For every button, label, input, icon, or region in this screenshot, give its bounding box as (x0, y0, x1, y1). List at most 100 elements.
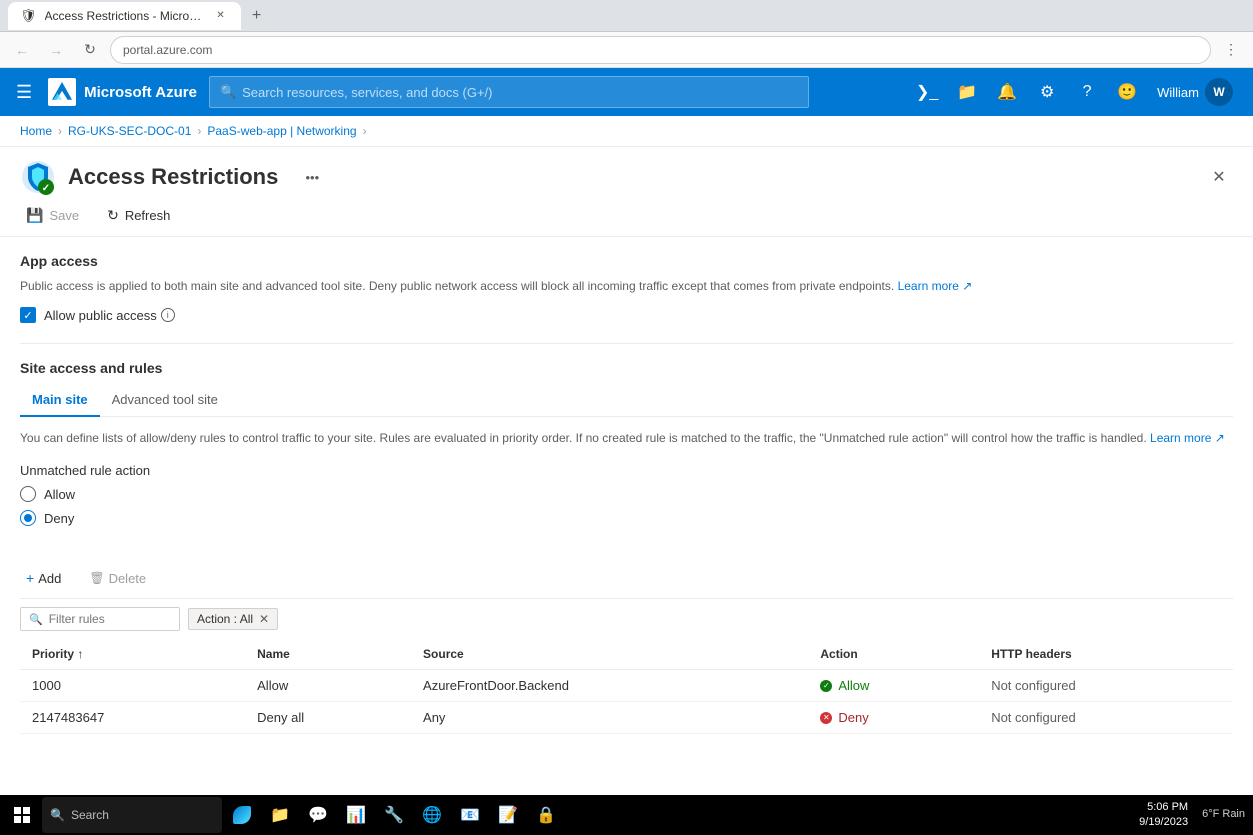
taskbar-app3[interactable]: 🔧 (376, 797, 412, 833)
clock-date: 9/19/2023 (1139, 815, 1188, 830)
taskbar-app4[interactable]: 🌐 (414, 797, 450, 833)
table-row[interactable]: 1000 Allow AzureFrontDoor.Backend Allow … (20, 670, 1233, 702)
taskbar-app7[interactable]: 🔒 (528, 797, 564, 833)
browser-menu-button[interactable]: ⋮ (1217, 36, 1245, 64)
col-source: Source (411, 639, 808, 670)
delete-icon: 🗑 (89, 571, 104, 585)
app-access-section: App access Public access is applied to b… (0, 237, 1253, 343)
radio-deny[interactable] (20, 510, 36, 526)
taskbar-weather[interactable]: 6°F Rain (1198, 797, 1249, 833)
taskbar-search-icon: 🔍 (50, 808, 65, 822)
tab-close-button[interactable]: ✕ (213, 8, 229, 24)
cell-source: AzureFrontDoor.Backend (411, 670, 808, 702)
rules-table: Priority ↑ Name Source Action HTTP heade… (20, 639, 1233, 734)
rules-section: + Add 🗑 Delete 🔍 Action : All ✕ (0, 558, 1253, 734)
taskbar-search[interactable]: 🔍 Search (42, 797, 222, 833)
filter-bar: 🔍 Action : All ✕ (20, 599, 1233, 639)
cloud-shell-button[interactable]: ❯_ (909, 74, 945, 110)
table-header-row: Priority ↑ Name Source Action HTTP heade… (20, 639, 1233, 670)
app-access-title: App access (20, 253, 1233, 269)
filter-input-container[interactable]: 🔍 (20, 607, 180, 631)
cell-http-headers: Not configured (979, 702, 1233, 734)
azure-topnav: ☰ Microsoft Azure 🔍 Search resources, se… (0, 68, 1253, 116)
action-status: Allow (820, 678, 967, 693)
hamburger-menu[interactable]: ☰ (12, 78, 36, 107)
add-icon: + (26, 570, 34, 586)
settings-button[interactable]: ⚙ (1029, 74, 1065, 110)
breadcrumb-sep-1: › (58, 124, 62, 138)
sort-icon: ↑ (77, 647, 83, 661)
page-header-actions: ••• (298, 163, 326, 191)
feedback-button[interactable]: 🙂 (1109, 74, 1145, 110)
cell-priority: 2147483647 (20, 702, 245, 734)
table-row[interactable]: 2147483647 Deny all Any Deny Not configu… (20, 702, 1233, 734)
col-http-headers: HTTP headers (979, 639, 1233, 670)
more-options-button[interactable]: ••• (298, 163, 326, 191)
checkbox-check-icon: ✓ (23, 309, 32, 322)
directory-button[interactable]: 📁 (949, 74, 985, 110)
browser-nav: ← → ↻ portal.azure.com ⋮ (0, 32, 1253, 68)
cell-name: Allow (245, 670, 411, 702)
taskbar-app5[interactable]: 📧 (452, 797, 488, 833)
unmatched-rule-label: Unmatched rule action (20, 463, 1233, 478)
help-button[interactable]: ? (1069, 74, 1105, 110)
forward-button[interactable]: → (42, 36, 70, 64)
user-menu[interactable]: William W (1149, 74, 1241, 110)
save-button[interactable]: 💾 Save (20, 203, 85, 228)
app-access-learn-more[interactable]: Learn more ↗ (898, 279, 973, 293)
notifications-button[interactable]: 🔔 (989, 74, 1025, 110)
delete-rule-button[interactable]: 🗑 Delete (83, 567, 152, 590)
allow-public-access-row: ✓ Allow public access i (20, 307, 1233, 323)
tab-favicon: 🛡 (20, 8, 37, 24)
save-label: Save (49, 208, 79, 223)
filter-tag: Action : All ✕ (188, 608, 278, 630)
browser-chrome: 🛡 Access Restrictions - Micros... ✕ + (0, 0, 1253, 32)
tab-title: Access Restrictions - Micros... (45, 9, 205, 23)
refresh-button[interactable]: ↻ Refresh (101, 203, 176, 228)
breadcrumb-home[interactable]: Home (20, 124, 52, 138)
taskbar-app1[interactable]: 💬 (300, 797, 336, 833)
taskbar-edge[interactable] (224, 797, 260, 833)
main-content: Home › RG-UKS-SEC-DOC-01 › PaaS-web-app … (0, 116, 1253, 815)
reload-button[interactable]: ↻ (76, 36, 104, 64)
allow-public-label: Allow public access i (44, 308, 175, 323)
azure-logo-text: Microsoft Azure (84, 84, 197, 101)
taskbar-clock[interactable]: 5:06 PM 9/19/2023 (1131, 800, 1196, 831)
cell-action: Deny (808, 702, 979, 734)
browser-tab[interactable]: 🛡 Access Restrictions - Micros... ✕ (8, 2, 241, 30)
tab-learn-more[interactable]: Learn more ↗ (1150, 431, 1225, 445)
col-priority[interactable]: Priority ↑ (20, 639, 245, 670)
azure-logo-icon (48, 78, 76, 106)
search-placeholder: Search resources, services, and docs (G+… (242, 85, 492, 100)
radio-allow[interactable] (20, 486, 36, 502)
taskbar-explorer[interactable]: 📁 (262, 797, 298, 833)
page-icon: ✓ (20, 159, 56, 195)
close-button[interactable]: ✕ (1205, 163, 1233, 191)
address-bar[interactable]: portal.azure.com (110, 36, 1211, 64)
breadcrumb-rg[interactable]: RG-UKS-SEC-DOC-01 (68, 124, 191, 138)
user-avatar: W (1205, 78, 1233, 106)
filter-search-icon: 🔍 (29, 613, 43, 626)
deny-icon (820, 712, 832, 724)
taskbar-start[interactable] (4, 797, 40, 833)
allow-public-checkbox[interactable]: ✓ (20, 307, 36, 323)
refresh-icon: ↻ (107, 207, 119, 224)
site-access-title: Site access and rules (20, 360, 1233, 376)
taskbar-app6[interactable]: 📝 (490, 797, 526, 833)
taskbar-app2[interactable]: 📊 (338, 797, 374, 833)
azure-logo[interactable]: Microsoft Azure (48, 78, 197, 106)
tab-main-site[interactable]: Main site (20, 384, 100, 417)
user-name: William (1157, 85, 1199, 100)
global-search-bar[interactable]: 🔍 Search resources, services, and docs (… (209, 76, 809, 108)
action-status: Deny (820, 710, 967, 725)
info-icon[interactable]: i (161, 308, 175, 322)
filter-rules-input[interactable] (49, 612, 171, 626)
filter-tag-remove[interactable]: ✕ (259, 612, 269, 626)
back-button[interactable]: ← (8, 36, 36, 64)
svg-text:✓: ✓ (42, 183, 50, 194)
tab-advanced-tool-site[interactable]: Advanced tool site (100, 384, 230, 417)
topnav-actions: ❯_ 📁 🔔 ⚙ ? 🙂 William W (909, 74, 1241, 110)
new-tab-button[interactable]: + (245, 4, 269, 28)
add-rule-button[interactable]: + Add (20, 566, 67, 590)
breadcrumb-networking[interactable]: PaaS-web-app | Networking (207, 124, 356, 138)
